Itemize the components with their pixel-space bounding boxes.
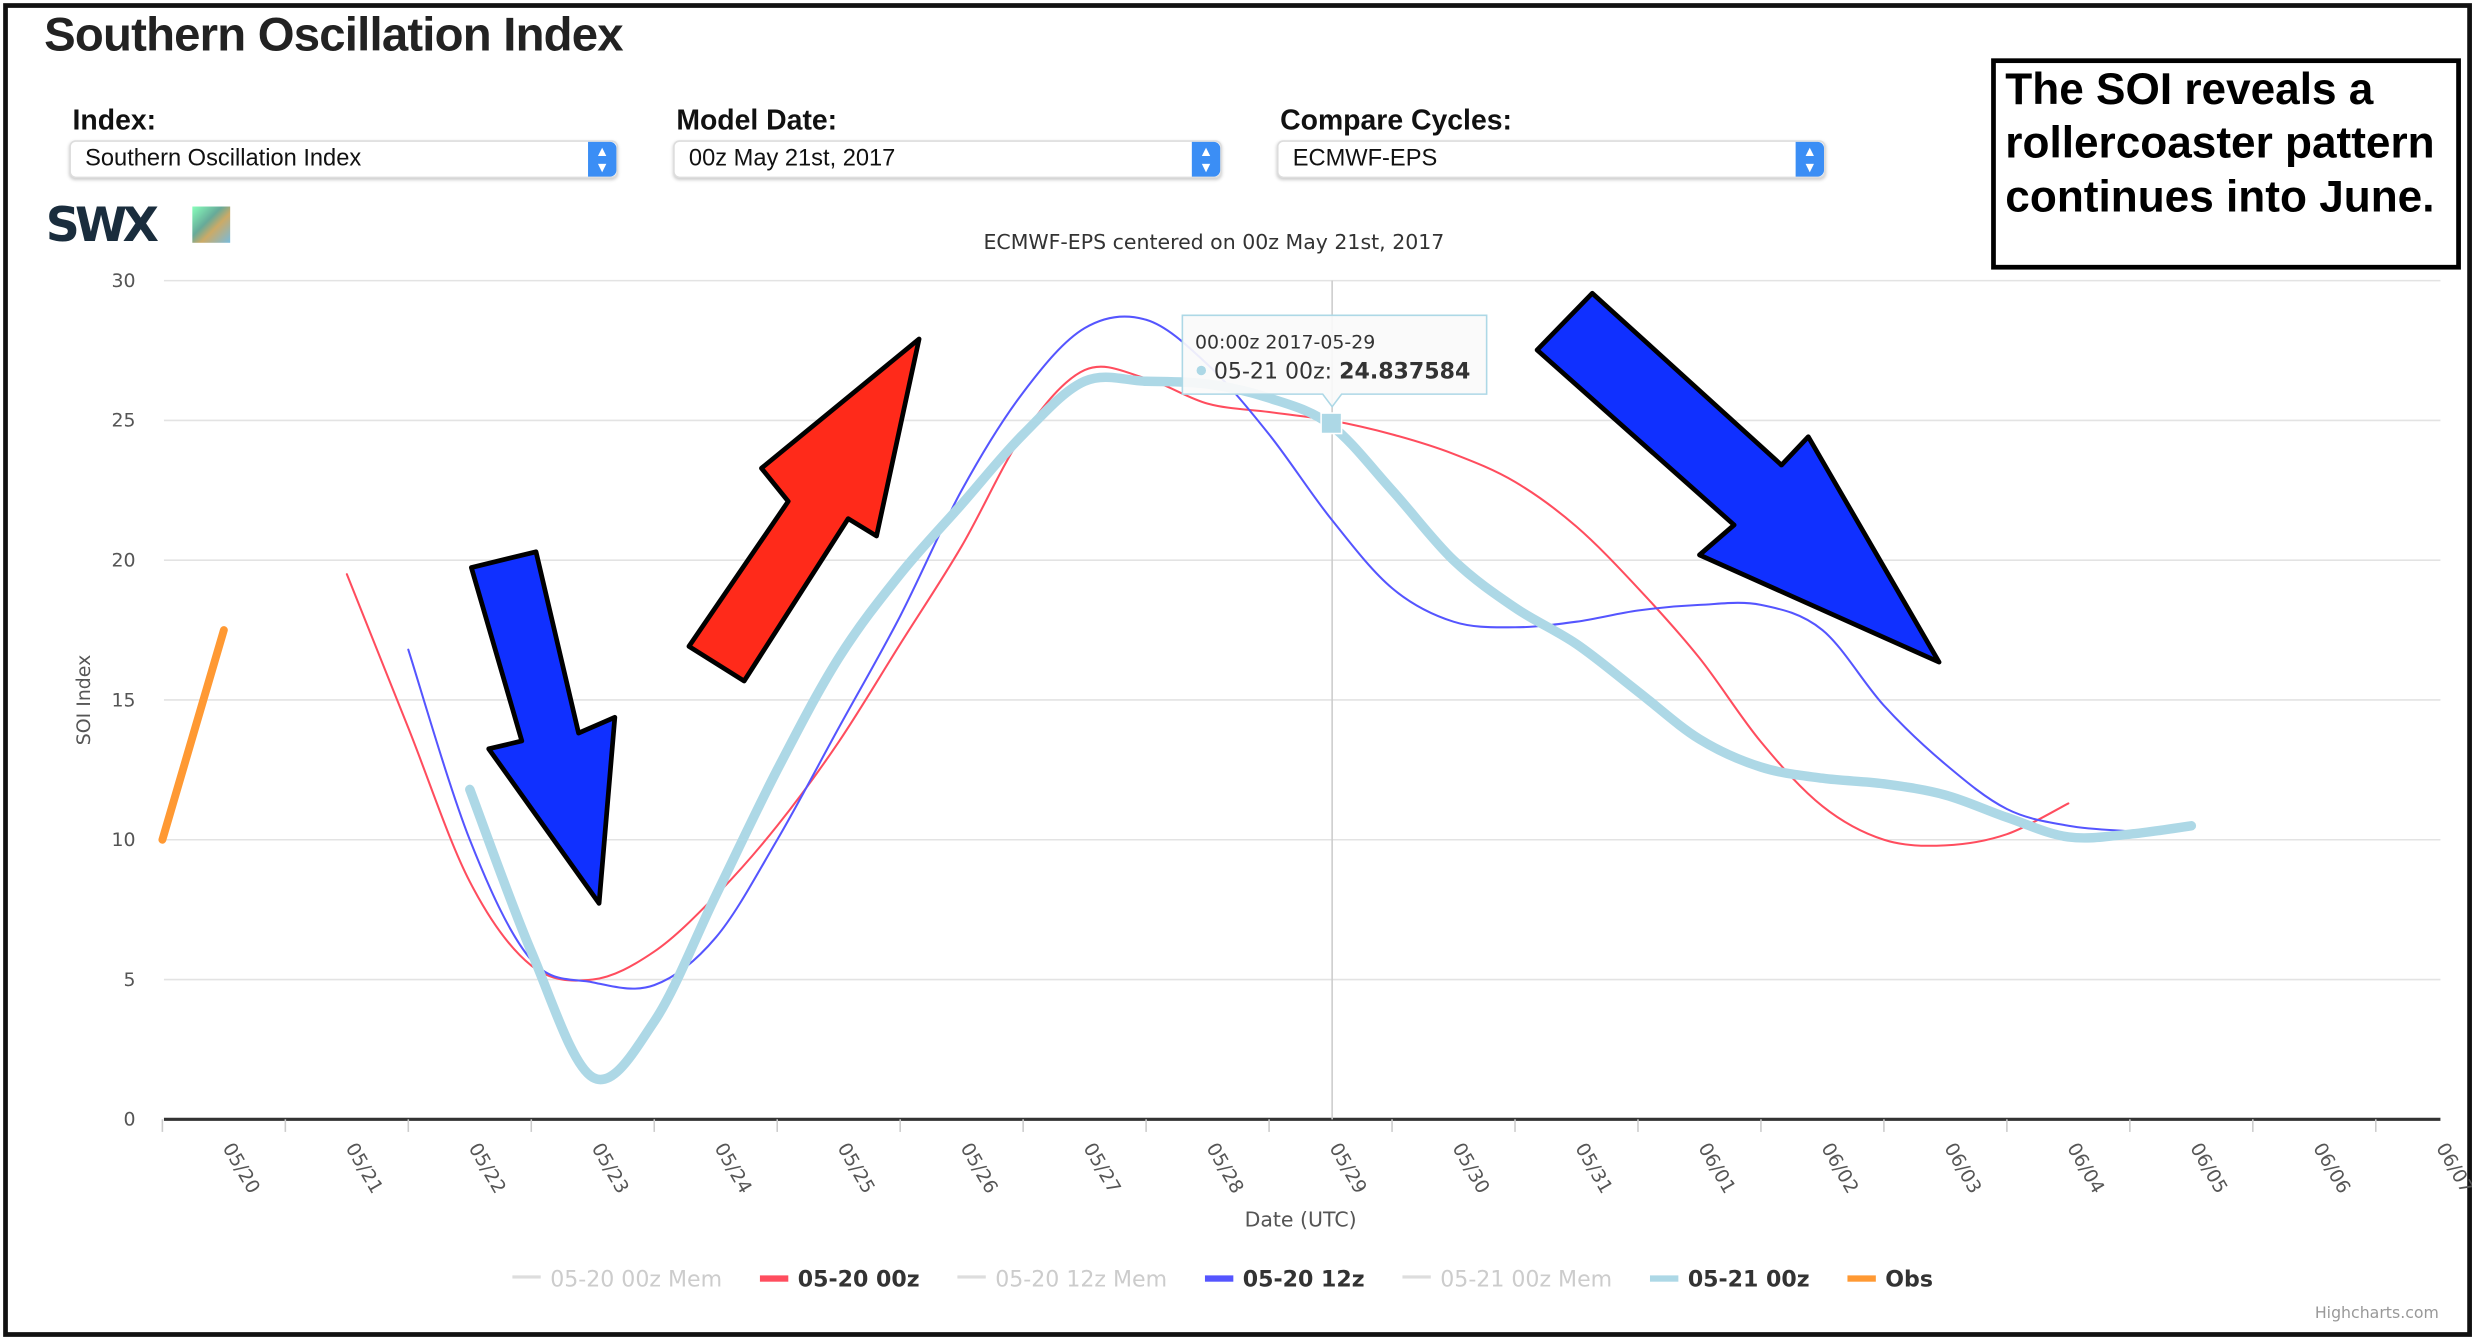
x-tick-label: 05/27 xyxy=(1079,1139,1125,1197)
series-line-obs xyxy=(158,626,228,844)
legend-item[interactable]: 05-21 00z xyxy=(1649,1267,1810,1292)
legend-item[interactable]: Obs xyxy=(1847,1267,1933,1292)
legend-item[interactable]: 05-20 00z Mem xyxy=(512,1267,722,1292)
legend-label: 05-20 12z xyxy=(1243,1267,1365,1292)
legend-label: 05-21 00z xyxy=(1688,1267,1810,1292)
legend-label: Obs xyxy=(1885,1267,1933,1292)
x-tick-label: 05/31 xyxy=(1571,1139,1617,1197)
x-tick-label: 05/28 xyxy=(1202,1139,1248,1197)
tooltip-value: 24.837584 xyxy=(1339,359,1470,384)
legend-label: 05-20 00z xyxy=(798,1267,920,1292)
y-tick-label: 25 xyxy=(112,410,136,432)
x-axis-label: Date (UTC) xyxy=(1245,1208,1357,1232)
legend-swatch xyxy=(759,1275,789,1282)
legend-swatch xyxy=(1847,1275,1876,1282)
y-tick-label: 20 xyxy=(112,549,136,571)
legend-swatch xyxy=(1402,1275,1431,1279)
legend-label: 05-21 00z Mem xyxy=(1440,1267,1612,1292)
annotation-box: The SOI reveals a rollercoaster pattern … xyxy=(1991,58,2461,270)
x-tick-label: 05/30 xyxy=(1448,1139,1494,1197)
x-tick-label: 06/03 xyxy=(1939,1139,1985,1197)
x-tick-label: 06/05 xyxy=(2185,1139,2231,1197)
y-axis-label: SOI Index xyxy=(73,655,95,746)
legend-swatch xyxy=(512,1275,541,1279)
tooltip-series: 05-21 00z xyxy=(1214,359,1325,384)
svg-text:05-21 00z: 24.837584: 05-21 00z: 24.837584 xyxy=(1214,359,1470,384)
x-tick-label: 06/07 xyxy=(2431,1139,2472,1197)
x-tick-label: 06/06 xyxy=(2308,1139,2354,1197)
legend-item[interactable]: 05-20 12z xyxy=(1204,1267,1365,1292)
y-tick-label: 10 xyxy=(112,829,136,851)
y-tick-label: 30 xyxy=(112,270,136,292)
legend-item[interactable]: 05-20 12z Mem xyxy=(957,1267,1167,1292)
series-line-05-21-00z xyxy=(465,372,2197,1085)
x-tick-label: 06/04 xyxy=(2062,1139,2108,1197)
red-up-arrow xyxy=(686,336,922,684)
legend-item[interactable]: 05-21 00z Mem xyxy=(1402,1267,1612,1292)
tooltip: 00:00z 2017-05-29 05-21 00z: 24.837584 xyxy=(1181,314,1488,409)
legend-label: 05-20 12z Mem xyxy=(995,1267,1167,1292)
y-tick-label: 5 xyxy=(124,969,136,991)
tooltip-marker xyxy=(1196,365,1207,376)
legend-item[interactable]: 05-20 00z xyxy=(759,1267,920,1292)
highcharts-credit[interactable]: Highcharts.com xyxy=(2315,1303,2439,1322)
legend-label: 05-20 00z Mem xyxy=(550,1267,722,1292)
x-tick-label: 05/21 xyxy=(341,1139,387,1197)
hover-point-marker xyxy=(1320,412,1343,435)
chart-title: ECMWF-EPS centered on 00z May 21st, 2017 xyxy=(983,230,1444,254)
series-line-05-20-12z xyxy=(407,315,2131,990)
legend-swatch xyxy=(1649,1275,1679,1282)
x-tick-label: 06/01 xyxy=(1694,1139,1740,1197)
y-tick-label: 15 xyxy=(112,689,136,711)
x-tick-label: 05/20 xyxy=(218,1139,264,1197)
tooltip-header: 00:00z 2017-05-29 xyxy=(1195,331,1375,353)
legend-swatch xyxy=(1204,1275,1234,1282)
blue-right-down-arrow xyxy=(1534,290,1942,665)
x-tick-label: 05/23 xyxy=(587,1139,633,1197)
x-tick-label: 06/02 xyxy=(1817,1139,1863,1197)
page: Southern Oscillation Index Index: Southe… xyxy=(0,0,2472,1337)
x-tick-label: 05/29 xyxy=(1325,1139,1371,1197)
legend-swatch xyxy=(957,1275,986,1279)
x-tick-label: 05/22 xyxy=(464,1139,510,1197)
y-tick-label: 0 xyxy=(124,1109,136,1131)
x-tick-label: 05/26 xyxy=(956,1139,1002,1197)
x-tick-label: 05/25 xyxy=(833,1139,879,1197)
x-tick-label: 05/24 xyxy=(710,1139,756,1197)
